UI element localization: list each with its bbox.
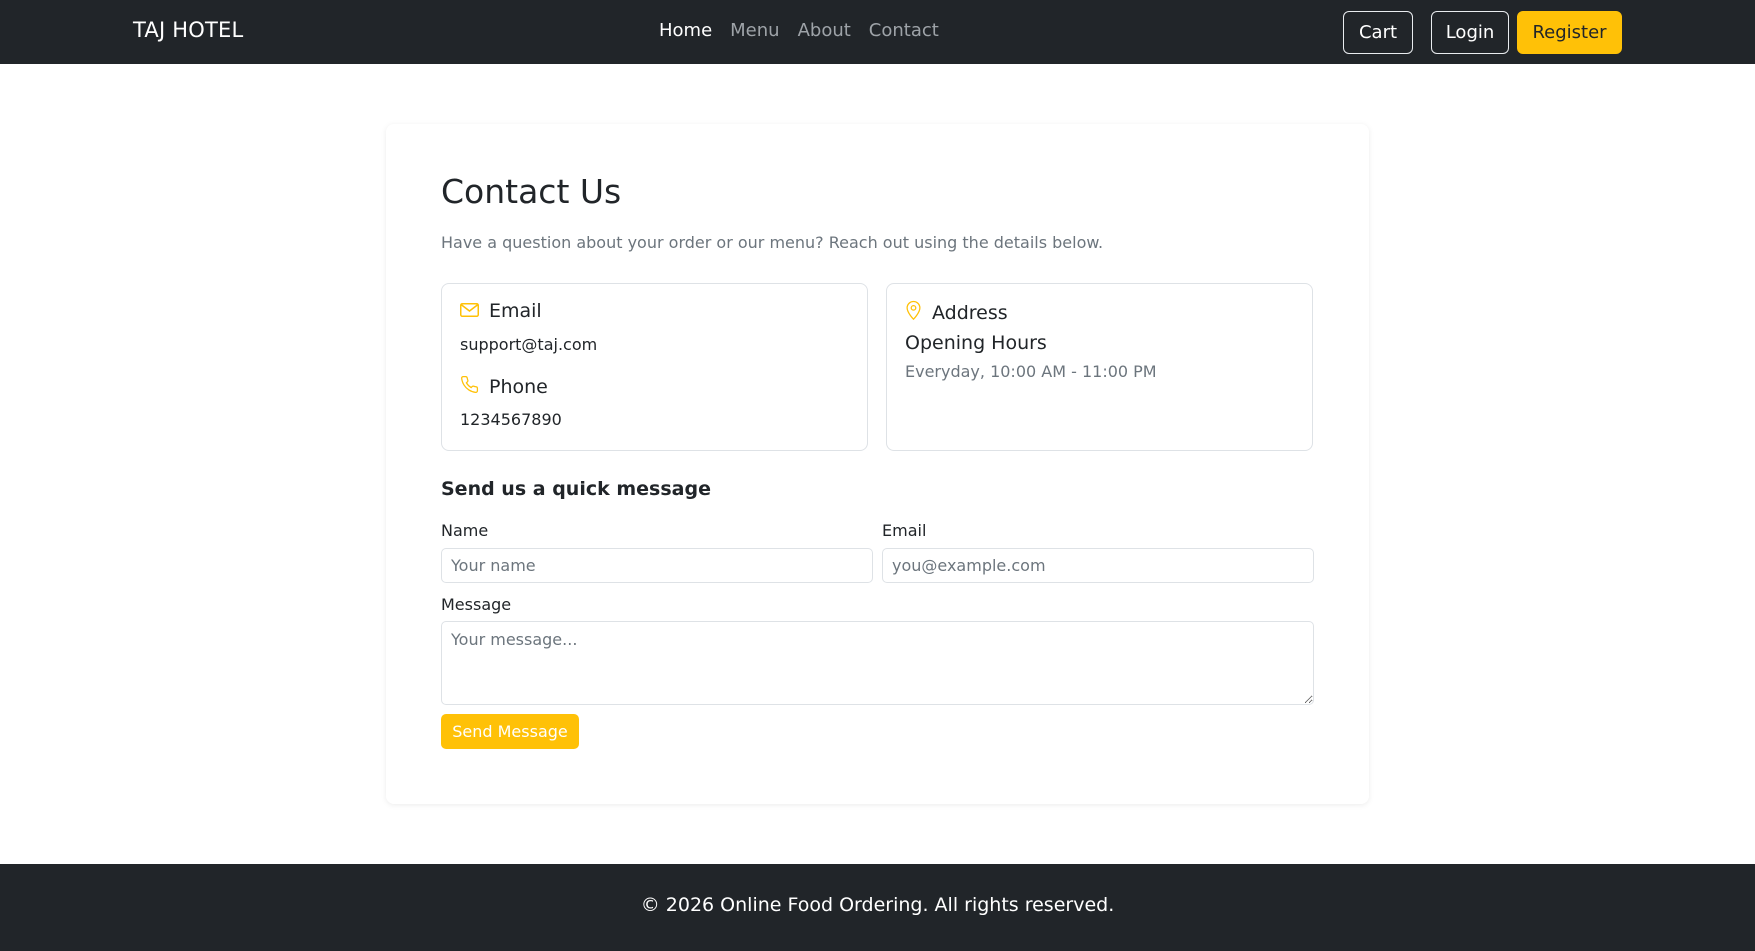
hours-label: Opening Hours — [905, 332, 1047, 354]
footer-copyright: © 2026 Online Food Ordering. All rights … — [640, 894, 1115, 916]
phone-heading: Phone — [460, 375, 548, 399]
phone-icon — [460, 375, 489, 399]
brand-logo[interactable]: TAJ HOTEL — [133, 18, 243, 42]
send-message-button[interactable]: Send Message — [441, 714, 579, 749]
form-heading: Send us a quick message — [441, 478, 711, 500]
email-field-label: Email — [882, 521, 927, 540]
nav-links: Home Menu About Contact — [659, 20, 939, 41]
email-heading: Email — [460, 300, 542, 322]
nav-link-contact[interactable]: Contact — [869, 20, 939, 41]
hours-value: Everyday, 10:00 AM - 11:00 PM — [905, 362, 1157, 381]
address-heading: Address — [905, 300, 1008, 325]
navbar: TAJ HOTEL Home Menu About Contact Cart L… — [0, 0, 1755, 64]
cart-button[interactable]: Cart — [1343, 11, 1413, 54]
email-field[interactable] — [882, 548, 1314, 583]
phone-value: 1234567890 — [460, 410, 562, 429]
footer: © 2026 Online Food Ordering. All rights … — [0, 864, 1755, 951]
page-subtitle: Have a question about your order or our … — [441, 233, 1104, 252]
name-label: Name — [441, 521, 489, 540]
message-label: Message — [441, 595, 512, 614]
email-value: support@taj.com — [460, 335, 598, 354]
page-title: Contact Us — [441, 172, 622, 211]
map-pin-icon — [905, 300, 932, 325]
phone-label: Phone — [489, 376, 548, 398]
login-button[interactable]: Login — [1431, 11, 1509, 54]
register-button[interactable]: Register — [1517, 11, 1622, 54]
nav-link-home[interactable]: Home — [659, 20, 712, 41]
name-input[interactable] — [441, 548, 873, 583]
address-label: Address — [932, 301, 1008, 324]
nav-link-menu[interactable]: Menu — [730, 20, 779, 41]
contact-info-box: Email support@taj.com Phone 1234567890 — [441, 283, 868, 451]
envelope-icon — [460, 300, 489, 322]
nav-link-about[interactable]: About — [798, 20, 851, 41]
email-label: Email — [489, 300, 542, 322]
message-textarea[interactable] — [441, 621, 1314, 705]
address-info-box: Address Opening Hours Everyday, 10:00 AM… — [886, 283, 1313, 451]
